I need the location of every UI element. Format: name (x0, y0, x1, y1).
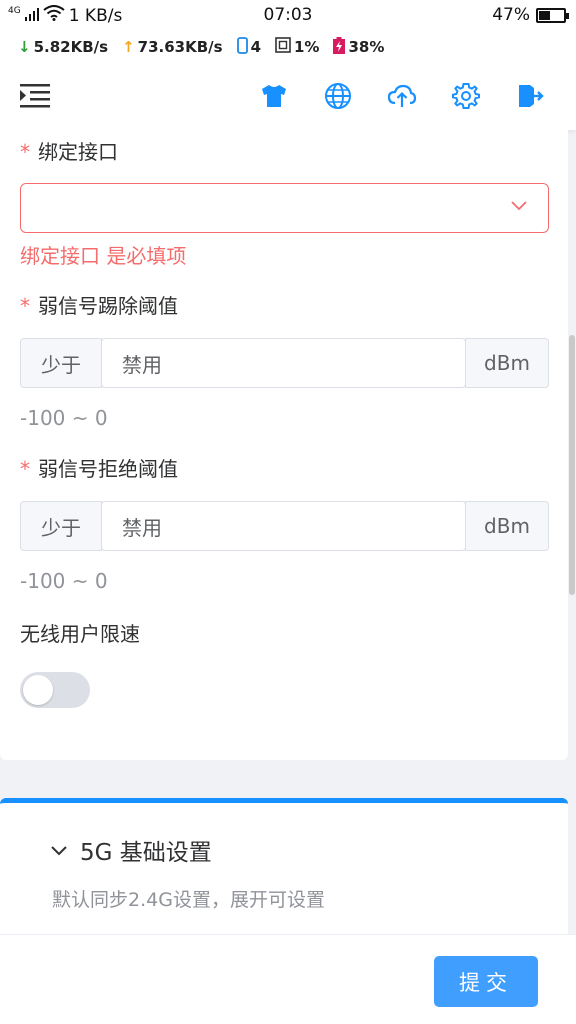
weak-kick-input[interactable]: 禁用 (101, 338, 466, 388)
weak-kick-label-text: 弱信号踢除阈值 (38, 294, 178, 318)
clock: 07:03 (263, 5, 313, 25)
weak-kick-input-group: 少于 禁用 dBm (20, 338, 549, 388)
submit-button[interactable]: 提交 (434, 956, 538, 1007)
upload-arrow-icon: ↑ (122, 38, 135, 56)
required-mark: * (20, 140, 30, 164)
weak-kick-label: * 弱信号踢除阈值 (20, 290, 178, 319)
device-count: 4 (250, 38, 261, 56)
download-speed: 5.82KB/s (33, 38, 109, 56)
section-5g-title: 5G 基础设置 (80, 840, 212, 866)
chevron-down-icon (50, 837, 68, 863)
weak-reject-input[interactable]: 禁用 (101, 501, 466, 551)
globe-icon[interactable] (322, 80, 354, 112)
cloud-upload-icon[interactable] (386, 80, 418, 112)
section-5g-card: 5G 基础设置 默认同步2.4G设置，展开可设置 (0, 798, 568, 938)
weak-kick-unit: dBm (465, 338, 549, 388)
battery-level: 38% (348, 38, 385, 56)
section-5g-header[interactable]: 5G 基础设置 (50, 833, 212, 867)
rate-limit-label: 无线用户限速 (20, 622, 140, 646)
required-mark: * (20, 457, 30, 481)
download-arrow-icon: ↓ (18, 38, 31, 56)
toggle-knob (23, 675, 53, 705)
battery-icon (536, 7, 569, 23)
scrollbar[interactable] (569, 335, 575, 595)
bind-interface-error: 绑定接口 是必填项 (20, 244, 187, 268)
charging-icon (333, 36, 346, 58)
weak-reject-label-text: 弱信号拒绝阈值 (38, 457, 178, 481)
battery-percent: 47% (492, 5, 530, 25)
bind-interface-label-text: 绑定接口 (38, 140, 118, 164)
shirt-icon[interactable] (258, 80, 290, 112)
phone-icon (236, 36, 248, 58)
bind-interface-select[interactable] (20, 183, 549, 233)
menu-icon[interactable] (20, 82, 50, 110)
status-bar: 4G 1 KB/s 07:03 47% (0, 0, 576, 32)
weak-reject-hint: -100 ~ 0 (20, 569, 108, 593)
bind-interface-label: * 绑定接口 (20, 136, 118, 165)
gear-icon[interactable] (450, 80, 482, 112)
form-card: * 绑定接口 绑定接口 是必填项 * 弱信号踢除阈值 少于 禁用 dBm -100 … (0, 130, 568, 760)
weak-kick-prefix: 少于 (20, 338, 102, 388)
cpu-usage: 1% (294, 38, 320, 56)
weak-reject-input-group: 少于 禁用 dBm (20, 501, 549, 551)
required-mark: * (20, 294, 30, 318)
weak-reject-unit: dBm (465, 501, 549, 551)
chevron-down-icon (510, 196, 528, 218)
section-5g-subtitle: 默认同步2.4G设置，展开可设置 (52, 889, 325, 911)
cpu-icon (275, 37, 291, 57)
upload-speed: 73.63KB/s (137, 38, 223, 56)
weak-reject-label: * 弱信号拒绝阈值 (20, 453, 178, 482)
top-nav (0, 62, 576, 130)
weak-kick-hint: -100 ~ 0 (20, 406, 108, 430)
logout-icon[interactable] (514, 80, 546, 112)
footer-bar: 提交 (0, 934, 576, 1024)
rate-limit-toggle[interactable] (20, 672, 90, 708)
net-monitor-bar: ↓ 5.82KB/s ↑ 73.63KB/s 4 1% 38% (0, 32, 576, 62)
weak-reject-prefix: 少于 (20, 501, 102, 551)
